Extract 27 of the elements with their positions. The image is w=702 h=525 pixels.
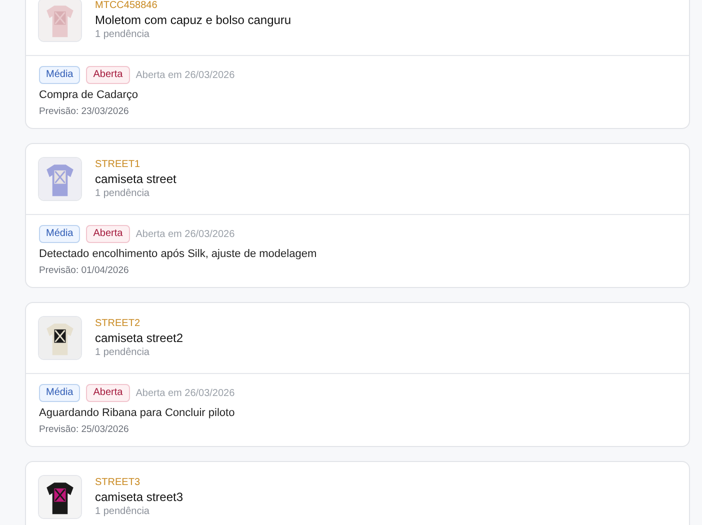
issue-description: Compra de Cadarço — [39, 88, 140, 103]
product-name: Moletom com capuz e bolso canguru — [95, 12, 292, 28]
forecast-date: Previsão: 23/03/2026 — [39, 105, 130, 119]
priority-badge: Média — [39, 66, 80, 84]
product-code: STREET3 — [95, 476, 142, 490]
product-name: camiseta street — [95, 172, 176, 186]
product-code: MTCC458846 — [95, 0, 158, 12]
issue-description: Detectado encolhimento após Silk, ajuste de modelagem — [39, 247, 318, 262]
pending-count: 1 pendência — [95, 186, 150, 200]
status-badge: Aberta — [86, 66, 130, 84]
opened-date: Aberta em 26/03/2026 — [136, 68, 235, 82]
pending-count: 1 pendência — [95, 346, 150, 360]
product-name: camiseta street2 — [95, 330, 184, 346]
pending-count: 1 pendência — [95, 504, 150, 518]
status-badge: Aberta — [86, 225, 130, 243]
forecast-date: Previsão: 01/04/2026 — [39, 264, 130, 278]
opened-date: Aberta em 26/03/2026 — [136, 386, 235, 400]
product-code: STREET2 — [95, 316, 142, 330]
priority-badge: Média — [39, 225, 80, 243]
status-badge: Aberta — [86, 384, 130, 402]
product-name: camiseta street3 — [95, 490, 184, 504]
issue-description: Aguardando Ribana para Concluir piloto — [39, 406, 236, 421]
opened-date: Aberta em 26/03/2026 — [136, 228, 235, 242]
priority-badge: Média — [39, 384, 80, 402]
forecast-date: Previsão: 25/03/2026 — [39, 423, 130, 437]
pending-count: 1 pendência — [95, 28, 150, 42]
product-code: STREET1 — [95, 158, 142, 172]
